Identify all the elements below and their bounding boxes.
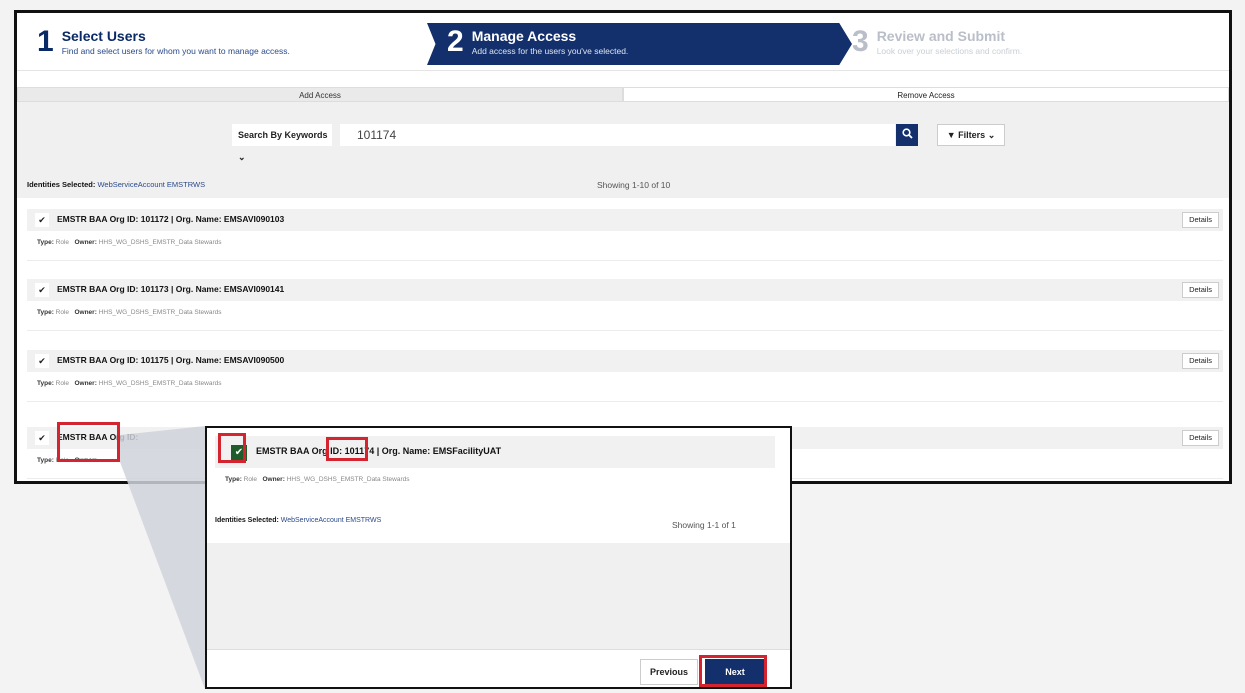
owner-label: Owner:: [74, 239, 97, 246]
access-item-name: EMSTR BAA Org ID: 101173 | Org. Name: EM…: [57, 284, 285, 294]
identities-value[interactable]: WebServiceAccount EMSTRWS: [97, 180, 205, 189]
check-icon: ✔: [38, 433, 46, 443]
search-button[interactable]: [896, 124, 918, 146]
chevron-down-icon: ⌄: [987, 130, 996, 140]
owner-label: Owner:: [262, 476, 285, 483]
owner-label: Owner:: [74, 309, 97, 316]
access-item-meta: Type: Role Owner: HHS_WG_DSHS_EMSTR_Data…: [27, 372, 1223, 402]
access-item-meta: Type: Role Owner: HHS_WG_DSHS_EMSTR_Data…: [215, 468, 775, 490]
filters-label: Filters: [958, 130, 986, 140]
type-label: Type:: [37, 380, 54, 387]
type-label: Type:: [225, 476, 242, 483]
keyword-select-label: Search By Keywords: [238, 130, 328, 140]
details-button[interactable]: Details: [1182, 282, 1219, 298]
step-title: Manage Access: [471, 28, 577, 44]
type-value: Role: [55, 309, 70, 316]
identities-label: Identities Selected:: [215, 517, 279, 524]
select-checkbox[interactable]: ✔: [35, 431, 49, 445]
access-tabs: Add Access Remove Access: [17, 87, 1229, 102]
owner-value: HHS_WG_DSHS_EMSTR_Data Stewards: [98, 309, 222, 316]
step-subtitle: Look over your selections and confirm.: [876, 46, 1023, 56]
search-input[interactable]: 101174: [340, 124, 895, 146]
details-button[interactable]: Details: [1182, 430, 1219, 446]
type-label: Type:: [37, 309, 54, 316]
owner-label: Owner:: [74, 380, 97, 387]
check-icon: ✔: [38, 285, 46, 295]
org-id-highlight-box: [326, 437, 368, 461]
select-checkbox[interactable]: ✔: [35, 283, 49, 297]
owner-value: HHS_WG_DSHS_EMSTR_Data Stewards: [98, 380, 222, 387]
filters-button[interactable]: ▼ Filters ⌄: [937, 124, 1005, 146]
next-highlight-box: [699, 655, 767, 687]
wizard-steps: 1 Select Users Find and select users for…: [17, 13, 1229, 71]
identities-value[interactable]: WebServiceAccount EMSTRWS: [281, 517, 382, 524]
list-item: ✔ EMSTR BAA Org ID: 101175 | Org. Name: …: [27, 350, 1223, 408]
results-count: Showing 1-10 of 10: [597, 180, 671, 190]
stage: 1 Select Users Find and select users for…: [0, 0, 1245, 693]
step-manage-access[interactable]: 2 Manage Access Add access for the users…: [447, 13, 628, 71]
identities-label: Identities Selected:: [27, 180, 96, 189]
step-number: 3: [852, 25, 869, 58]
check-icon: ✔: [38, 215, 46, 225]
details-button[interactable]: Details: [1182, 353, 1219, 369]
filter-icon: ▼: [946, 130, 956, 140]
type-label: Type:: [37, 239, 54, 246]
step-title: Select Users: [61, 28, 146, 44]
type-value: Role: [55, 380, 70, 387]
results-count: Showing 1-1 of 1: [672, 520, 736, 530]
manage-access-page: 1 Select Users Find and select users for…: [14, 10, 1232, 484]
access-item-name: EMSTR BAA Org ID: 101175 | Org. Name: EM…: [57, 355, 285, 365]
step-number: 2: [447, 25, 464, 58]
empty-results-area: [207, 543, 790, 649]
step-subtitle: Add access for the users you've selected…: [471, 46, 629, 56]
access-item-name: EMSTR BAA Org ID: 101174 | Org. Name: EM…: [256, 446, 502, 456]
owner-value: HHS_WG_DSHS_EMSTR_Data Stewards: [286, 476, 410, 483]
list-item: ✔ EMSTR BAA Org ID: 101172 | Org. Name: …: [27, 209, 1223, 267]
step-select-users[interactable]: 1 Select Users Find and select users for…: [37, 13, 290, 71]
identities-selected: Identities Selected: WebServiceAccount E…: [27, 180, 205, 189]
type-value: Role: [243, 476, 258, 483]
select-checkbox[interactable]: ✔: [35, 354, 49, 368]
results-header: Identities Selected: WebServiceAccount E…: [17, 166, 1229, 198]
details-button[interactable]: Details: [1182, 212, 1219, 228]
keyword-select[interactable]: Search By Keywords ⌄: [232, 124, 332, 162]
highlight-box: [57, 422, 120, 462]
search-area: Search By Keywords ⌄ 101174 ▼ Filters ⌄: [17, 102, 1229, 166]
access-item-meta: Type: Role Owner: HHS_WG_DSHS_EMSTR_Data…: [27, 231, 1223, 261]
type-value: Role: [55, 239, 70, 246]
step-number: 1: [37, 25, 54, 58]
selected-list-item: ✔ EMSTR BAA Org ID: 101174 | Org. Name: …: [215, 436, 775, 491]
list-item: ✔ EMSTR BAA Org ID: 101173 | Org. Name: …: [27, 279, 1223, 337]
step-subtitle: Find and select users for whom you want …: [61, 46, 290, 56]
type-label: Type:: [37, 457, 54, 464]
step-review-submit[interactable]: 3 Review and Submit Look over your selec…: [852, 13, 1022, 71]
search-icon: [901, 128, 913, 139]
check-icon: ✔: [38, 356, 46, 366]
select-checkbox[interactable]: ✔: [35, 213, 49, 227]
checkbox-highlight-box: [218, 433, 246, 463]
identities-selected: Identities Selected: WebServiceAccount E…: [215, 517, 381, 524]
step-title: Review and Submit: [876, 28, 1006, 44]
tab-add-access[interactable]: Add Access: [17, 87, 623, 102]
chevron-down-icon: ⌄: [238, 152, 246, 162]
access-item-name: EMSTR BAA Org ID: 101172 | Org. Name: EM…: [57, 214, 285, 224]
tab-remove-access[interactable]: Remove Access: [623, 87, 1229, 102]
access-item-meta: Type: Role Owner: HHS_WG_DSHS_EMSTR_Data…: [27, 301, 1223, 331]
owner-value: HHS_WG_DSHS_EMSTR_Data Stewards: [98, 239, 222, 246]
previous-button[interactable]: Previous: [640, 659, 698, 685]
zoom-callout: ✔ EMSTR BAA Org ID: 101174 | Org. Name: …: [205, 426, 792, 689]
